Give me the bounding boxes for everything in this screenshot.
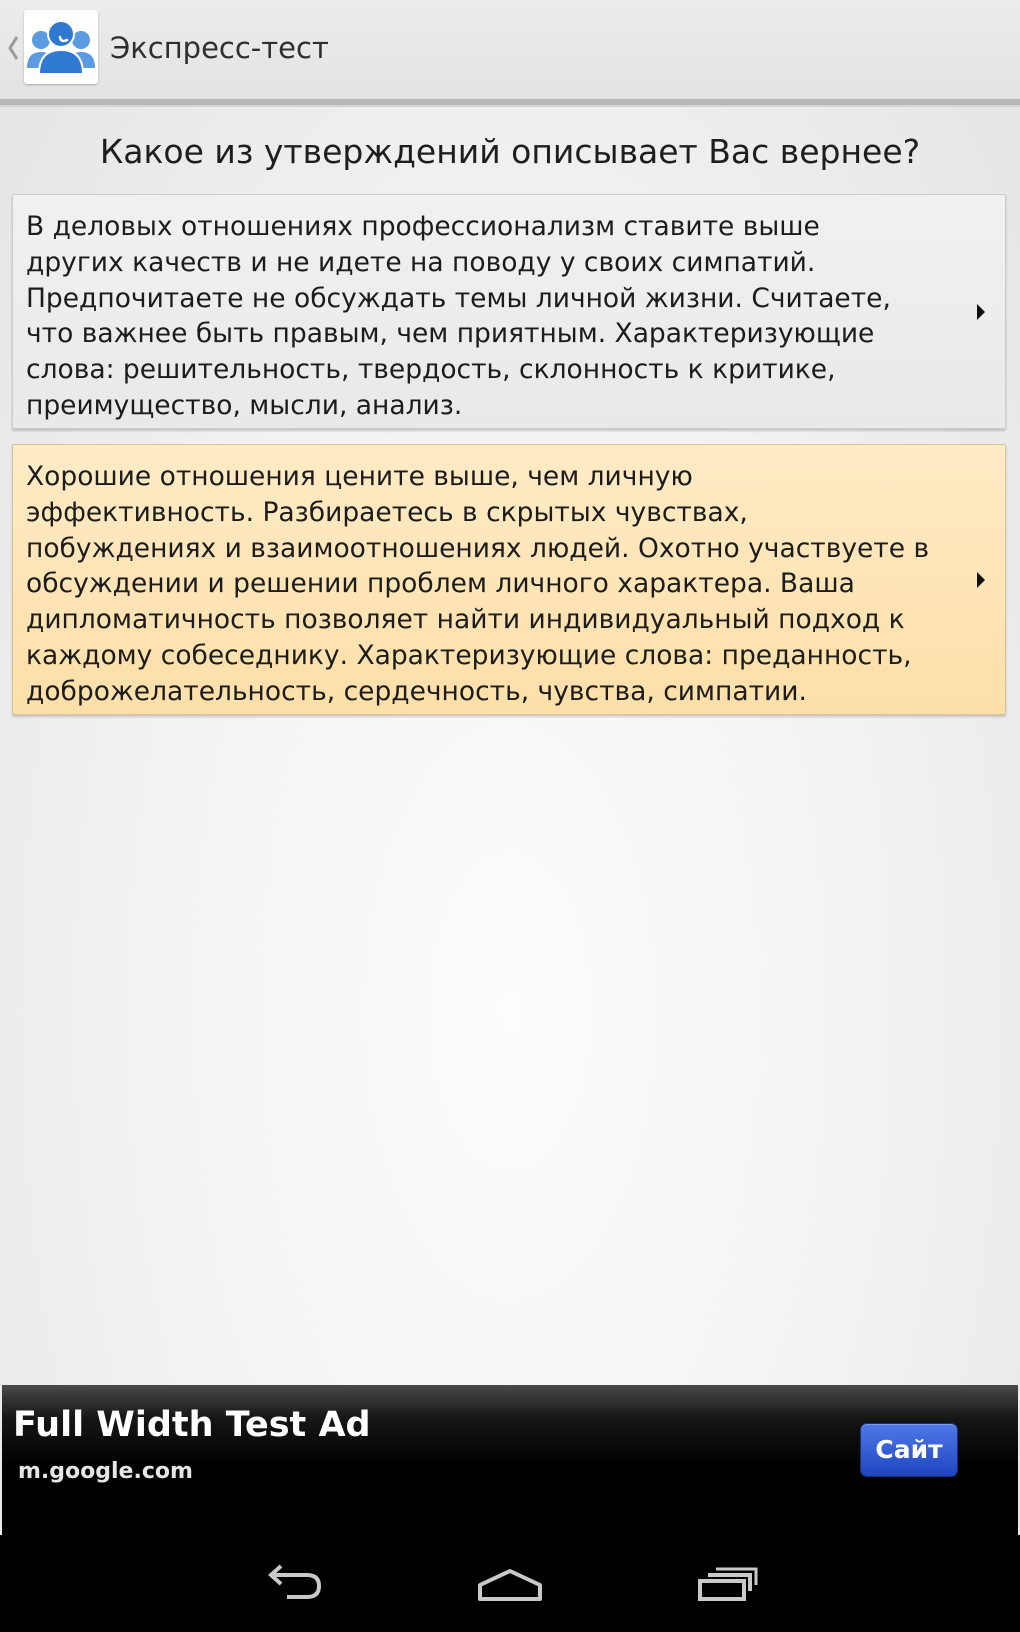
ad-site-button[interactable]: Сайт <box>860 1423 958 1477</box>
back-arrow-icon[interactable] <box>253 1557 333 1607</box>
ad-url: m.google.com <box>18 1459 193 1484</box>
chevron-right-icon <box>977 571 985 588</box>
answer-option-2[interactable]: Хорошие отношения цените выше, чем личну… <box>12 444 1006 715</box>
app-title: Экспресс-тест <box>110 31 329 65</box>
answer-option-1[interactable]: В деловых отношениях профессионализм ста… <box>12 194 1006 429</box>
up-caret-icon[interactable] <box>5 33 21 63</box>
ad-banner[interactable]: Full Width Test Ad m.google.com Сайт <box>2 1385 1018 1535</box>
ad-title: Full Width Test Ad <box>13 1405 371 1445</box>
people-group-icon[interactable] <box>24 10 98 84</box>
answer-option-1-text: В деловых отношениях профессионализм ста… <box>26 211 891 421</box>
home-icon[interactable] <box>470 1557 550 1607</box>
chevron-right-icon <box>977 303 985 320</box>
answer-option-2-text: Хорошие отношения цените выше, чем личну… <box>26 461 930 707</box>
navigation-bar <box>0 1535 1020 1632</box>
recent-apps-icon[interactable] <box>688 1557 768 1607</box>
action-bar: Экспресс-тест <box>0 0 1020 105</box>
question-title: Какое из утверждений описывает Вас верне… <box>99 132 921 171</box>
